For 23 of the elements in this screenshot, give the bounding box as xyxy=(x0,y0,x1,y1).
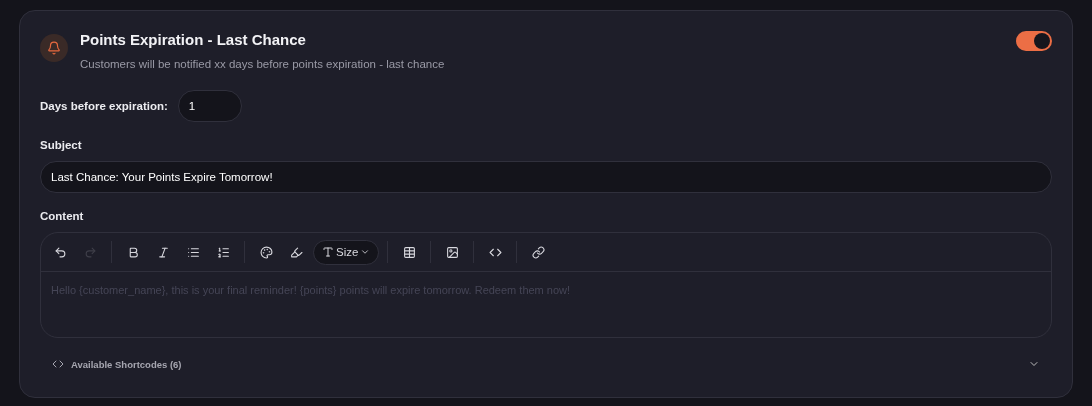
image-icon[interactable] xyxy=(445,245,459,259)
subject-input-field[interactable]: Last Chance: Your Points Expire Tomorrow! xyxy=(40,161,1052,193)
numbered-list-icon[interactable] xyxy=(216,245,230,259)
bullet-list-icon[interactable] xyxy=(186,245,200,259)
text-size-icon xyxy=(322,246,334,258)
enable-toggle[interactable] xyxy=(1016,31,1052,51)
table-icon[interactable] xyxy=(402,245,416,259)
subject-label: Subject xyxy=(40,139,83,151)
shortcodes-toggle[interactable]: Available Shortcodes (6) xyxy=(52,358,182,370)
font-size-dropdown[interactable]: Size xyxy=(313,239,380,265)
content-label: Content xyxy=(40,210,85,222)
italic-icon[interactable] xyxy=(156,245,170,259)
caret-icon xyxy=(360,247,371,257)
link-icon[interactable] xyxy=(531,245,545,259)
undo-icon[interactable] xyxy=(53,245,67,259)
notification-description: Customers will be notified xx days before points expiration - last chance xyxy=(80,58,446,70)
days-input-field[interactable]: 1 xyxy=(177,90,242,122)
notification-title: Points Expiration - Last Chance xyxy=(80,31,307,48)
color-icon[interactable] xyxy=(259,245,273,259)
highlight-icon[interactable] xyxy=(289,245,303,259)
days-label: Days before expiration: xyxy=(40,100,168,112)
bell-icon xyxy=(40,34,68,62)
code-brackets-icon xyxy=(52,358,64,370)
